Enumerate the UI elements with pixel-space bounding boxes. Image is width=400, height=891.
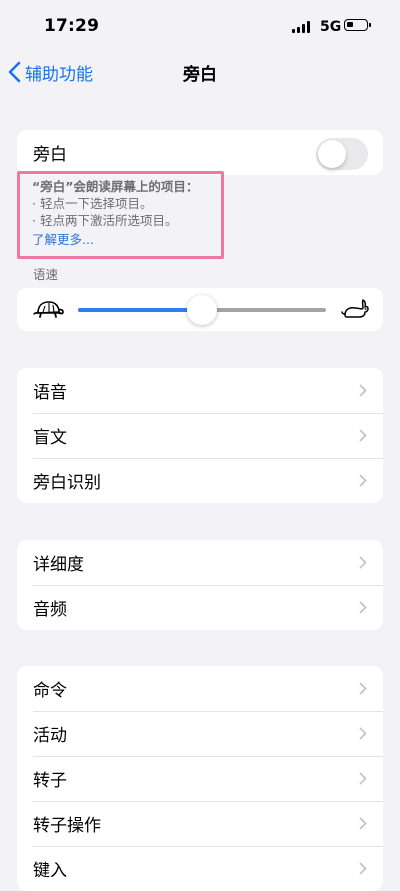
turtle-icon	[33, 301, 64, 318]
settings-row-speech[interactable]: 语音	[17, 368, 383, 413]
description-heading: “旁白”会朗读屏幕上的项目：	[32, 179, 199, 194]
settings-row-voiceover-recognition[interactable]: 旁白识别	[17, 458, 383, 503]
settings-row-audio[interactable]: 音频	[17, 585, 383, 630]
row-label: 盲文	[33, 428, 67, 448]
row-label: 语音	[33, 383, 67, 403]
row-label: 活动	[33, 726, 67, 746]
chevron-right-icon	[359, 817, 367, 830]
voiceover-label: 旁白	[33, 145, 67, 165]
chevron-left-icon	[8, 61, 21, 83]
description-bullet: · 轻点一下选择项目。	[32, 196, 153, 211]
voiceover-toggle[interactable]	[316, 138, 368, 170]
status-time: 17:29	[44, 16, 100, 36]
chevron-right-icon	[359, 474, 367, 487]
slider-fill	[78, 308, 202, 312]
speech-rate-label: 语速	[33, 267, 59, 282]
voiceover-group: 旁白	[17, 130, 383, 175]
learn-more-link[interactable]: 了解更多...	[32, 231, 332, 248]
battery-icon	[344, 19, 371, 31]
toggle-knob	[318, 140, 346, 168]
row-label: 详细度	[33, 555, 84, 575]
settings-row-activities[interactable]: 活动	[17, 711, 383, 756]
chevron-right-icon	[359, 429, 367, 442]
chevron-right-icon	[359, 384, 367, 397]
chevron-right-icon	[359, 862, 367, 875]
row-label: 命令	[33, 681, 67, 701]
cellular-signal-icon	[292, 21, 312, 33]
chevron-right-icon	[359, 727, 367, 740]
voiceover-description: “旁白”会朗读屏幕上的项目： · 轻点一下选择项目。 · 轻点两下激活所选项目。…	[32, 178, 332, 248]
settings-row-typing[interactable]: 键入	[17, 846, 383, 891]
row-label: 旁白识别	[33, 473, 101, 493]
chevron-right-icon	[359, 682, 367, 695]
chevron-right-icon	[359, 601, 367, 614]
row-label: 音频	[33, 600, 67, 620]
description-bullet: · 轻点两下激活所选项目。	[32, 213, 178, 228]
settings-group-2: 详细度 音频	[17, 540, 383, 630]
settings-group-1: 语音 盲文 旁白识别	[17, 368, 383, 503]
settings-group-3: 命令 活动 转子 转子操作 键入	[17, 666, 383, 891]
settings-row-rotor-actions[interactable]: 转子操作	[17, 801, 383, 846]
settings-row-verbosity[interactable]: 详细度	[17, 540, 383, 585]
chevron-right-icon	[359, 556, 367, 569]
voiceover-row: 旁白	[17, 130, 383, 175]
settings-row-rotor[interactable]: 转子	[17, 756, 383, 801]
chevron-right-icon	[359, 772, 367, 785]
rabbit-icon	[341, 299, 369, 318]
speech-rate-group	[17, 288, 383, 331]
back-button[interactable]: 辅助功能	[8, 58, 93, 86]
row-label: 转子操作	[33, 816, 101, 836]
status-bar: 17:29 5G	[0, 0, 400, 50]
settings-row-commands[interactable]: 命令	[17, 666, 383, 711]
settings-row-braille[interactable]: 盲文	[17, 413, 383, 458]
slider-thumb[interactable]	[187, 295, 217, 325]
row-label: 转子	[33, 771, 67, 791]
back-button-label: 辅助功能	[25, 64, 93, 85]
row-label: 键入	[33, 861, 67, 881]
network-type: 5G	[320, 19, 342, 35]
